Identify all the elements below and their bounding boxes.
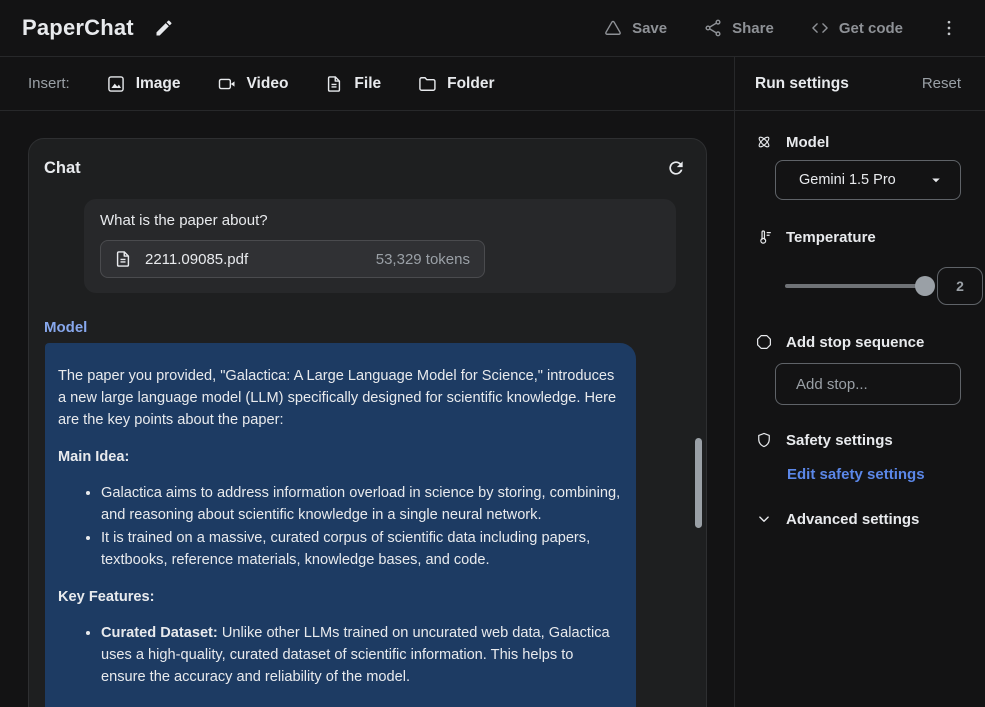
response-bullet: It is trained on a massive, curated corp…	[101, 527, 622, 571]
model-response-bubble: The paper you provided, "Galactica: A La…	[45, 343, 636, 707]
attachment-token-count: 53,329 tokens	[376, 251, 470, 268]
code-icon	[810, 18, 830, 38]
model-atom-icon	[755, 133, 773, 151]
chat-card-header: Chat	[29, 139, 706, 178]
share-icon	[703, 18, 723, 38]
chat-content-area: Chat What is the paper about? 2211.09085…	[0, 111, 734, 707]
run-settings-header: Run settings Reset	[735, 57, 985, 111]
response-heading-main-idea: Main Idea:	[58, 446, 622, 468]
app-header: PaperChat Save Share Get code	[0, 0, 985, 57]
insert-file-button[interactable]: File	[324, 74, 381, 94]
response-paragraph: The paper you provided, "Galactica: A La…	[58, 365, 622, 431]
temperature-section: Temperature 2	[755, 228, 985, 305]
edit-safety-settings-link[interactable]: Edit safety settings	[787, 466, 925, 483]
page-title: PaperChat	[22, 15, 134, 41]
stop-sequence-input[interactable]	[775, 363, 961, 405]
save-icon	[603, 18, 623, 38]
user-message: What is the paper about? 2211.09085.pdf …	[84, 199, 676, 293]
chat-scrollbar[interactable]	[695, 438, 702, 528]
response-bullet-list: Curated Dataset: Unlike other LLMs train…	[58, 622, 622, 688]
temperature-section-header: Temperature	[755, 228, 985, 246]
chevron-down-icon	[755, 510, 773, 528]
get-code-button[interactable]: Get code	[810, 18, 903, 38]
safety-settings-label: Safety settings	[786, 432, 893, 449]
insert-toolbar: Insert: Image Video File Folder	[0, 57, 734, 111]
refresh-icon	[666, 158, 686, 178]
chevron-down-icon	[927, 171, 945, 189]
safety-settings-section: Safety settings Edit safety settings	[755, 431, 985, 484]
shield-icon	[755, 431, 773, 449]
body-row: Insert: Image Video File Folder Chat	[0, 57, 985, 707]
video-icon	[217, 74, 237, 94]
image-icon	[106, 74, 126, 94]
save-button[interactable]: Save	[603, 18, 667, 38]
edit-title-button[interactable]	[154, 18, 174, 38]
file-icon	[324, 74, 344, 94]
advanced-settings-label: Advanced settings	[786, 511, 919, 528]
main-column: Insert: Image Video File Folder Chat	[0, 57, 734, 707]
response-heading-key-features: Key Features:	[58, 586, 622, 608]
kebab-menu-icon	[939, 18, 959, 38]
folder-icon	[417, 74, 437, 94]
attachment-filename: 2211.09085.pdf	[145, 251, 248, 268]
pencil-icon	[154, 18, 174, 38]
model-section-label: Model	[786, 134, 829, 151]
model-select-value: Gemini 1.5 Pro	[799, 172, 896, 188]
stop-sequence-header: Add stop sequence	[755, 333, 985, 351]
safety-settings-header: Safety settings	[755, 431, 985, 449]
response-bullet: Curated Dataset: Unlike other LLMs train…	[101, 622, 622, 688]
reset-button[interactable]: Reset	[922, 75, 961, 92]
response-bullet-bold: Curated Dataset:	[101, 625, 218, 641]
temperature-slider-thumb[interactable]	[915, 276, 935, 296]
share-label: Share	[732, 20, 774, 37]
insert-folder-label: Folder	[447, 75, 494, 93]
share-button[interactable]: Share	[703, 18, 774, 38]
stop-octagon-icon	[755, 333, 773, 351]
attachment-chip[interactable]: 2211.09085.pdf 53,329 tokens	[100, 240, 485, 278]
insert-label: Insert:	[28, 75, 70, 92]
run-settings-title: Run settings	[755, 75, 849, 93]
stop-sequence-label: Add stop sequence	[786, 334, 924, 351]
response-bullet: Galactica aims to address information ov…	[101, 482, 622, 526]
advanced-settings-toggle[interactable]: Advanced settings	[755, 510, 919, 528]
save-label: Save	[632, 20, 667, 37]
insert-image-label: Image	[136, 75, 181, 93]
insert-image-button[interactable]: Image	[106, 74, 181, 94]
insert-folder-button[interactable]: Folder	[417, 74, 494, 94]
insert-video-button[interactable]: Video	[217, 74, 289, 94]
chat-title: Chat	[44, 159, 81, 178]
more-options-button[interactable]	[939, 18, 959, 38]
temperature-slider[interactable]	[785, 284, 925, 288]
document-icon	[113, 249, 133, 269]
model-response-label: Model	[44, 319, 706, 336]
insert-video-label: Video	[247, 75, 289, 93]
temperature-value-box[interactable]: 2	[937, 267, 983, 305]
header-actions: Save Share Get code	[603, 18, 959, 38]
temperature-slider-row: 2	[785, 267, 985, 305]
chat-card: Chat What is the paper about? 2211.09085…	[28, 138, 707, 707]
model-section-header: Model	[755, 133, 985, 151]
run-settings-content: Model Gemini 1.5 Pro Temperature 2	[735, 111, 985, 528]
title-area: PaperChat	[22, 15, 174, 41]
insert-file-label: File	[354, 75, 381, 93]
temperature-label: Temperature	[786, 229, 876, 246]
thermometer-icon	[755, 228, 773, 246]
run-settings-panel: Run settings Reset Model Gemini 1.5 Pro …	[734, 57, 985, 707]
get-code-label: Get code	[839, 20, 903, 37]
stop-sequence-section: Add stop sequence	[755, 333, 985, 405]
model-select-dropdown[interactable]: Gemini 1.5 Pro	[775, 160, 961, 200]
user-message-text: What is the paper about?	[100, 212, 660, 229]
response-bullet-list: Galactica aims to address information ov…	[58, 482, 622, 571]
refresh-chat-button[interactable]	[666, 158, 686, 178]
